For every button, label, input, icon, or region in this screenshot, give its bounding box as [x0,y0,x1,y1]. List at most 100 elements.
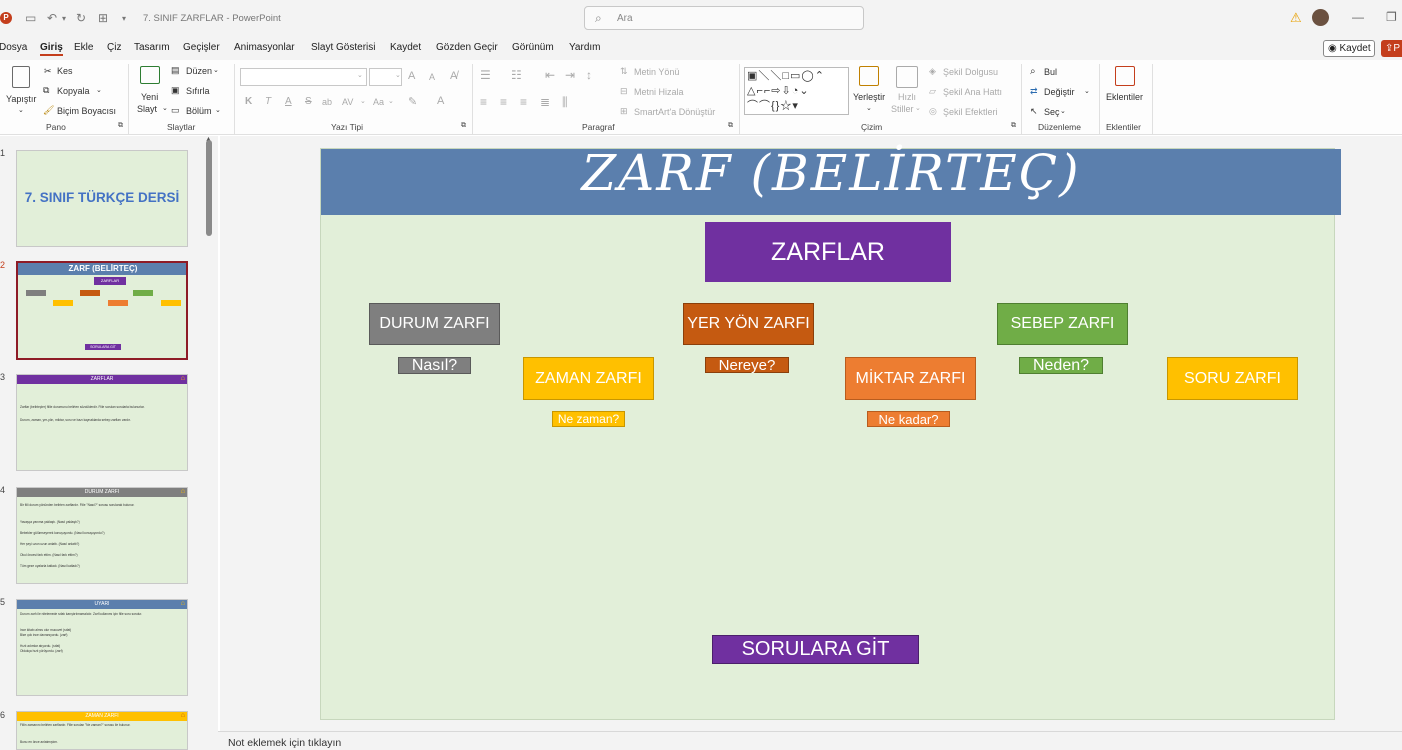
undo-dropdown-icon[interactable]: ▾ [62,14,66,23]
font-color-icon[interactable]: A [437,95,444,107]
format-painter-button[interactable]: Biçim Boyacısı [57,106,116,116]
sorulara-git-button[interactable]: SORULARA GİT [712,635,919,664]
pano-launcher-icon[interactable]: ⧉ [118,122,123,130]
menu-slayt-gosterisi[interactable]: Slayt Gösterisi [311,42,375,53]
align-center-icon[interactable]: ≡ [500,95,507,109]
section-button[interactable]: Bölüm [186,106,212,116]
align-right-icon[interactable]: ≡ [520,95,527,109]
new-slide-label-2[interactable]: Slayt [137,104,157,114]
columns-icon[interactable]: ⫼ [562,95,568,110]
question-neden[interactable]: Neden? [1019,357,1103,374]
clear-formatting-icon[interactable]: A̸ [450,70,457,82]
change-case-button[interactable]: Aa [373,97,384,107]
menu-kaydet[interactable]: Kaydet [390,42,421,53]
shape-outline-button[interactable]: Şekil Ana Hattı [943,87,1002,97]
question-ne-kadar[interactable]: Ne kadar? [867,411,950,427]
character-spacing-dropdown-icon[interactable]: ⌄ [360,97,366,105]
increase-indent-icon[interactable]: ⇥ [565,68,575,82]
restore-icon[interactable]: ❐ [1386,10,1397,24]
quick-styles-dropdown-icon[interactable]: ⌄ [915,104,921,112]
font-size-dropdown-icon[interactable]: ⌄ [395,71,401,79]
font-family-select[interactable] [240,68,367,86]
box-durum-zarfi[interactable]: DURUM ZARFI [369,303,500,345]
copy-button[interactable]: Kopyala [57,86,90,96]
slide-thumbnail-1[interactable]: 7. SINIF TÜRKÇE DERSİ [16,150,188,247]
drawing-launcher-icon[interactable]: ⧉ [1011,122,1016,130]
box-yer-yon-zarfi[interactable]: YER YÖN ZARFI [683,303,814,345]
new-slide-icon[interactable] [140,66,160,84]
question-ne-zaman[interactable]: Ne zaman? [552,411,625,427]
reset-button[interactable]: Sıfırla [186,86,210,96]
font-launcher-icon[interactable]: ⧉ [461,122,466,130]
menu-yardim[interactable]: Yardım [569,42,601,53]
menu-dosya[interactable]: Dosya [0,42,27,53]
share-button[interactable]: ⇪P [1381,40,1402,57]
replace-button[interactable]: Değiştir [1044,87,1075,97]
warning-icon[interactable]: ⚠ [1290,10,1302,26]
replace-dropdown-icon[interactable]: ⌄ [1084,87,1090,95]
decrease-indent-icon[interactable]: ⇤ [545,68,555,82]
select-dropdown-icon[interactable]: ⌄ [1060,107,1066,115]
minimize-icon[interactable]: — [1352,10,1364,24]
search-input[interactable]: ⌕ Ara [584,6,864,30]
box-sebep-zarfi[interactable]: SEBEP ZARFI [997,303,1128,345]
character-spacing-button[interactable]: AV [342,97,353,107]
question-nasil[interactable]: Nasıl? [398,357,471,374]
grow-font-icon[interactable]: A [408,70,415,82]
menu-giris[interactable]: Giriş [40,42,63,56]
new-slide-dropdown-icon[interactable]: ⌄ [162,104,168,112]
menu-ciz[interactable]: Çiz [107,42,121,53]
paste-button[interactable]: Yapıştır [6,94,36,104]
bold-button[interactable]: K [245,96,252,107]
align-text-button[interactable]: Metni Hizala [634,87,684,97]
text-shadow-button[interactable]: ab [322,97,332,107]
shape-fill-button[interactable]: Şekil Dolgusu [943,67,998,77]
layout-dropdown-icon[interactable]: ⌄ [213,66,219,74]
quick-styles-label-1[interactable]: Hızlı [898,92,916,102]
select-button[interactable]: Seç [1044,107,1060,117]
menu-tasarim[interactable]: Tasarım [134,42,170,53]
menu-animasyonlar[interactable]: Animasyonlar [234,42,295,53]
slide-thumbnail-5[interactable]: UYARI ⌂ Durum zarfı ile nitelemede sıfat… [16,599,188,696]
shape-effects-button[interactable]: Şekil Efektleri [943,107,998,117]
record-button[interactable]: ◉ Kaydet [1323,40,1375,57]
section-dropdown-icon[interactable]: ⌄ [215,106,221,114]
shapes-gallery[interactable]: ▣＼＼□▭◯⌃ △⌐⌐⇨⇩◔⌄ ⌒⌒{}☆▾ [744,67,849,115]
align-left-icon[interactable]: ≡ [480,95,487,109]
question-nereye[interactable]: Nereye? [705,357,789,374]
highlight-color-icon[interactable]: ✎ [408,95,417,108]
undo-icon[interactable]: ↶ [47,11,57,25]
change-case-dropdown-icon[interactable]: ⌄ [388,97,394,105]
new-slide-label-1[interactable]: Yeni [141,92,158,102]
customize-toolbar-icon[interactable]: ▾ [122,14,126,23]
bullets-icon[interactable]: ☰ [480,68,491,82]
slide-thumbnail-4[interactable]: DURUM ZARFI ⌂ Bir fiili durum yönünden b… [16,487,188,584]
text-direction-button[interactable]: Metin Yönü [634,67,679,77]
avatar[interactable] [1312,9,1329,26]
box-miktar-zarfi[interactable]: MİKTAR ZARFI [845,357,976,400]
layout-button[interactable]: Düzen [186,66,212,76]
strikethrough-button[interactable]: S [305,96,312,107]
numbering-icon[interactable]: ☷ [511,68,522,82]
quick-styles-icon[interactable] [896,66,918,88]
addins-button[interactable]: Eklentiler [1106,92,1143,102]
start-slideshow-icon[interactable]: ⊞ [98,11,108,25]
menu-gorunum[interactable]: Görünüm [512,42,554,53]
slide-thumbnail-3[interactable]: ZARFLAR ⌂ Zarflar (belirteçler) fiille d… [16,374,188,471]
save-icon[interactable]: ▭ [25,11,36,25]
font-family-dropdown-icon[interactable]: ⌄ [357,71,363,79]
arrange-dropdown-icon[interactable]: ⌄ [866,104,872,112]
menu-ekle[interactable]: Ekle [74,42,93,53]
shrink-font-icon[interactable]: A [429,72,435,82]
slide-thumbnail-2[interactable]: ZARF (BELİRTEÇ) ZARFLAR SORULARA GİT [16,261,188,360]
menu-gozden-gecir[interactable]: Gözden Geçir [436,42,498,53]
cut-button[interactable]: Kes [57,66,73,76]
copy-dropdown-icon[interactable]: ⌄ [96,86,102,94]
arrange-icon[interactable] [859,66,879,86]
underline-button[interactable]: A [285,96,292,107]
addins-icon[interactable] [1115,66,1135,86]
paste-dropdown-icon[interactable]: ⌄ [18,106,24,114]
thumbnail-scrollbar[interactable] [206,140,212,236]
line-spacing-icon[interactable]: ↕ [586,68,592,82]
main-box-zarflar[interactable]: ZARFLAR [705,222,951,282]
